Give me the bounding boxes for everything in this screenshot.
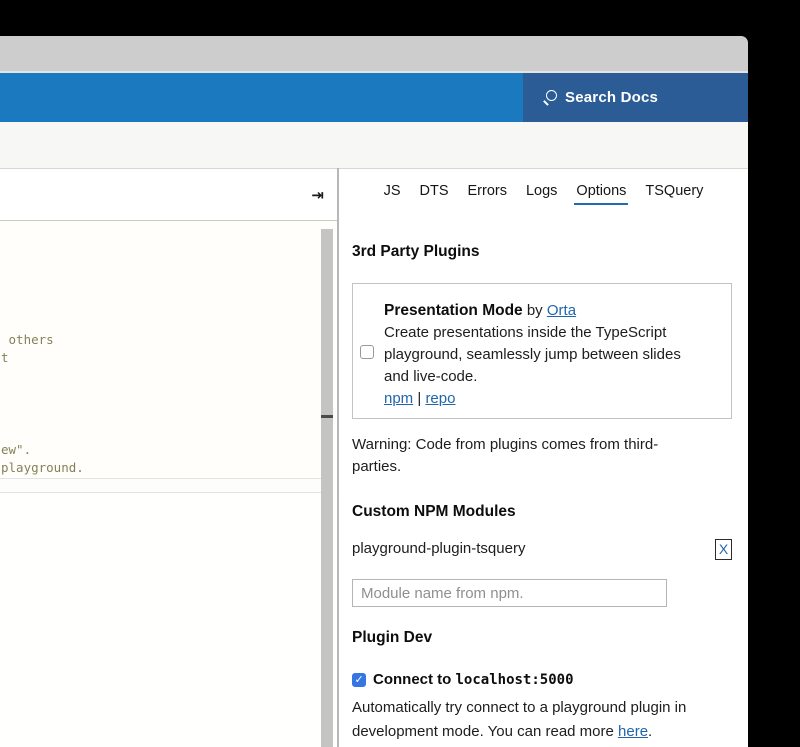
search-docs-button[interactable]: Search Docs bbox=[523, 73, 748, 122]
site-navbar: Search Docs bbox=[0, 73, 748, 122]
plugin-by-label: by bbox=[527, 302, 543, 319]
plugins-sidebar: JS DTS Errors Logs Options TSQuery 3rd P… bbox=[339, 168, 748, 747]
read-more-here-link[interactable]: here bbox=[618, 723, 648, 740]
plugin-dev-heading: Plugin Dev bbox=[352, 629, 432, 647]
scrollbar-marker bbox=[321, 415, 333, 418]
link-separator: | bbox=[417, 390, 421, 407]
plugin-author-link[interactable]: Orta bbox=[547, 302, 576, 319]
plugin-card-text: Presentation Mode by Orta Create present… bbox=[384, 300, 724, 410]
tab-errors[interactable]: Errors bbox=[465, 183, 508, 205]
code-line: others bbox=[1, 332, 54, 347]
search-icon bbox=[542, 90, 557, 105]
custom-npm-heading: Custom NPM Modules bbox=[352, 503, 516, 521]
editor-empty-area bbox=[0, 494, 337, 747]
connect-label: Connect to localhost:5000 bbox=[373, 671, 574, 688]
module-name: playground-plugin-tsquery bbox=[352, 540, 525, 557]
plugin-description-line: and live-code. bbox=[384, 368, 477, 385]
dock-sidebar-icon[interactable]: ⇥ bbox=[311, 186, 324, 204]
code-line: playground. bbox=[1, 460, 84, 475]
remove-module-button[interactable]: X bbox=[715, 539, 732, 560]
playground-window: Search Docs ⇥ others t ew". playground. … bbox=[0, 0, 800, 747]
plugin-description-line: playground, seamlessly jump between slid… bbox=[384, 346, 681, 363]
tab-logs[interactable]: Logs bbox=[524, 183, 559, 205]
plugin-title: Presentation Mode bbox=[384, 302, 523, 319]
tab-dts[interactable]: DTS bbox=[417, 183, 450, 205]
localhost-address: localhost:5000 bbox=[456, 672, 574, 688]
tab-tsquery[interactable]: TSQuery bbox=[643, 183, 705, 205]
search-docs-label: Search Docs bbox=[565, 89, 658, 106]
connect-localhost-checkbox[interactable] bbox=[352, 673, 366, 687]
plugin-card-presentation-mode: Presentation Mode by Orta Create present… bbox=[352, 283, 732, 419]
module-name-input[interactable] bbox=[352, 579, 667, 607]
code-editor[interactable]: others t ew". playground. bbox=[0, 221, 337, 747]
tab-options[interactable]: Options bbox=[574, 183, 628, 205]
connect-localhost-row: Connect to localhost:5000 bbox=[352, 671, 574, 688]
editor-toolbar: ⇥ bbox=[0, 169, 337, 221]
plugin-npm-link[interactable]: npm bbox=[384, 390, 413, 407]
code-line: t bbox=[1, 350, 9, 365]
editor-pane: ⇥ others t ew". playground. bbox=[0, 168, 337, 747]
plugin-enable-checkbox[interactable] bbox=[360, 345, 374, 359]
current-line-highlight bbox=[0, 478, 333, 493]
plugin-repo-link[interactable]: repo bbox=[425, 390, 455, 407]
plugin-dev-description: Automatically try connect to a playgroun… bbox=[352, 696, 748, 744]
editor-scrollbar[interactable] bbox=[321, 229, 333, 747]
tab-js[interactable]: JS bbox=[382, 183, 403, 205]
plugins-warning-text: Warning: Code from plugins comes from th… bbox=[352, 434, 736, 478]
code-line: ew". bbox=[1, 442, 31, 457]
third-party-plugins-heading: 3rd Party Plugins bbox=[352, 243, 479, 261]
plugin-description-line: Create presentations inside the TypeScri… bbox=[384, 324, 666, 341]
module-list-item: playground-plugin-tsquery bbox=[352, 540, 736, 557]
sidebar-tab-bar: JS DTS Errors Logs Options TSQuery bbox=[339, 183, 748, 205]
window-title-bar bbox=[0, 36, 748, 73]
